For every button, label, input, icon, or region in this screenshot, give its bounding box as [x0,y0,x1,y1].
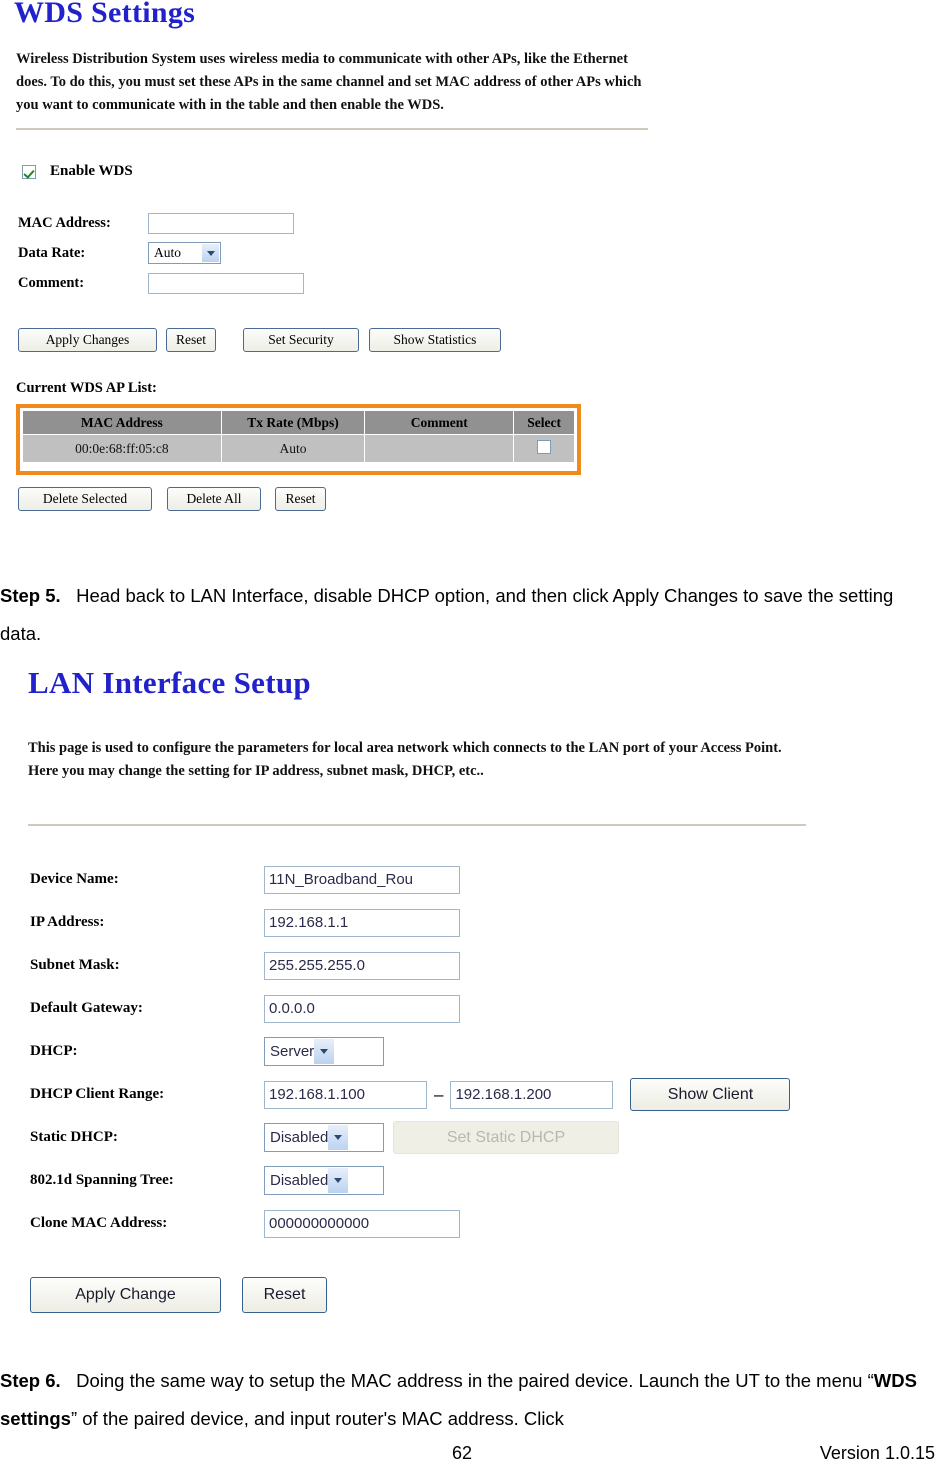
dhcp-range-start-input[interactable]: 192.168.1.100 [264,1080,427,1109]
wds-data-rate-select[interactable]: Auto [148,242,221,264]
cell-comment [364,434,515,463]
show-statistics-button[interactable]: Show Statistics [369,328,501,352]
dhcp-select[interactable]: Server [264,1037,384,1066]
wds-ap-list-table: MAC Address Tx Rate (Mbps) Comment Selec… [22,410,575,463]
subnet-mask-input[interactable]: 255.255.255.0 [264,951,460,980]
step-6-text-part2: ” of the paired device, and input router… [70,1407,564,1429]
delete-selected-button[interactable]: Delete Selected [18,487,152,511]
apply-change-button[interactable]: Apply Change [30,1277,221,1313]
default-gateway-input[interactable]: 0.0.0.0 [264,994,460,1023]
enable-wds-row[interactable]: Enable WDS [22,163,133,180]
wds-comment-input[interactable] [148,272,304,294]
table-header-row: MAC Address Tx Rate (Mbps) Comment Selec… [22,410,575,435]
wds-action-buttons: Apply Changes Reset Set Security Show St… [18,328,501,352]
wds-list-buttons: Delete Selected Delete All Reset [18,487,326,511]
cell-mac-address: 00:0e:68:ff:05:c8 [22,434,222,463]
show-client-button[interactable]: Show Client [630,1078,791,1111]
step-6-paragraph: Step 6. Doing the same way to setup the … [0,1362,939,1438]
document-version: Version 1.0.15 [819,1443,935,1463]
page-number: 62 [452,1443,473,1463]
step-5-label: Step 5. [0,584,61,606]
static-dhcp-row: Static DHCP: Disabled Set Static DHCP [30,1116,790,1159]
chevron-down-icon [314,1039,335,1064]
step-5-text: Head back to LAN Interface, disable DHCP… [0,584,894,644]
dhcp-range-end-input[interactable]: 192.168.1.200 [450,1080,614,1109]
wds-mac-address-label: MAC Address: [18,214,111,231]
spanning-tree-label: 802.1d Spanning Tree: [30,1172,174,1188]
ip-address-input[interactable]: 192.168.1.1 [264,908,460,937]
default-gateway-row: Default Gateway: 0.0.0.0 [30,987,790,1030]
dhcp-row: DHCP: Server [30,1030,790,1073]
enable-wds-label: Enable WDS [50,163,133,179]
ip-address-row: IP Address: 192.168.1.1 [30,901,790,944]
wds-settings-screenshot: WDS Settings Wireless Distribution Syste… [0,0,700,540]
col-tx-rate: Tx Rate (Mbps) [220,410,366,435]
apply-changes-button[interactable]: Apply Changes [18,328,157,352]
clone-mac-row: Clone MAC Address: 000000000000 [30,1202,790,1245]
delete-all-button[interactable]: Delete All [167,487,261,511]
static-dhcp-label: Static DHCP: [30,1129,118,1145]
lan-divider [28,824,806,826]
clone-mac-label: Clone MAC Address: [30,1215,168,1231]
chevron-down-icon [328,1168,349,1193]
spanning-tree-row: 802.1d Spanning Tree: Disabled [30,1159,790,1202]
wds-comment-label: Comment: [18,274,85,291]
wds-page-title: WDS Settings [14,0,196,29]
wds-data-rate-value: Auto [154,245,181,260]
set-static-dhcp-button[interactable]: Set Static DHCP [393,1121,619,1154]
ip-address-label: IP Address: [30,914,105,930]
col-mac-address: MAC Address [22,410,222,435]
range-separator: – [434,1084,444,1104]
page-footer: 62 Version 1.0.15 [0,1443,939,1474]
device-name-label: Device Name: [30,871,119,887]
reset-button[interactable]: Reset [166,328,216,352]
spanning-tree-value: Disabled [270,1172,329,1189]
wds-page-description: Wireless Distribution System uses wirele… [16,51,642,113]
default-gateway-label: Default Gateway: [30,1000,143,1016]
chevron-down-icon [202,244,219,262]
enable-wds-checkbox[interactable] [22,164,36,179]
lan-form: Device Name: 11N_Broadband_Rou IP Addres… [30,858,791,1245]
wds-ap-list-highlight: MAC Address Tx Rate (Mbps) Comment Selec… [16,404,581,475]
current-wds-ap-list-caption: Current WDS AP List: [16,380,157,396]
dhcp-client-range-label: DHCP Client Range: [30,1086,165,1102]
dhcp-label: DHCP: [30,1043,78,1059]
cell-select[interactable] [513,434,575,463]
dhcp-client-range-row: DHCP Client Range: 192.168.1.100 – 192.1… [30,1073,791,1116]
wds-form: MAC Address: Data Rate: Auto Comment: [18,208,304,298]
set-security-button[interactable]: Set Security [243,328,359,352]
static-dhcp-select[interactable]: Disabled [264,1123,384,1152]
wds-mac-address-input[interactable] [148,212,294,234]
table-row: 00:0e:68:ff:05:c8 Auto [22,434,575,463]
step-5-paragraph: Step 5. Head back to LAN Interface, disa… [0,577,939,653]
device-name-input[interactable]: 11N_Broadband_Rou [264,865,460,894]
row-select-checkbox[interactable] [537,439,552,454]
dhcp-value: Server [270,1043,315,1060]
wds-data-rate-label: Data Rate: [18,244,86,261]
lan-action-buttons: Apply Change Reset [30,1277,327,1313]
col-comment: Comment [364,410,515,435]
lan-interface-setup-screenshot: LAN Interface Setup This page is used to… [0,655,830,1320]
lan-page-title: LAN Interface Setup [28,665,311,700]
chevron-down-icon [328,1125,349,1150]
lan-reset-button[interactable]: Reset [242,1277,327,1313]
static-dhcp-value: Disabled [270,1129,329,1146]
cell-tx-rate: Auto [220,434,366,463]
subnet-mask-row: Subnet Mask: 255.255.255.0 [30,944,790,987]
wds-divider [16,128,648,130]
spanning-tree-select[interactable]: Disabled [264,1166,384,1195]
list-reset-button[interactable]: Reset [275,487,326,511]
step-6-label: Step 6. [0,1369,61,1391]
wds-data-rate-row: Data Rate: Auto [18,238,304,268]
device-name-row: Device Name: 11N_Broadband_Rou [30,858,790,901]
col-select: Select [513,410,575,435]
clone-mac-input[interactable]: 000000000000 [264,1209,460,1238]
wds-comment-row: Comment: [18,268,304,298]
subnet-mask-label: Subnet Mask: [30,957,120,973]
wds-mac-address-row: MAC Address: [18,208,304,238]
step-6-text-part1: Doing the same way to setup the MAC addr… [76,1369,874,1391]
lan-page-description: This page is used to configure the param… [28,740,782,779]
